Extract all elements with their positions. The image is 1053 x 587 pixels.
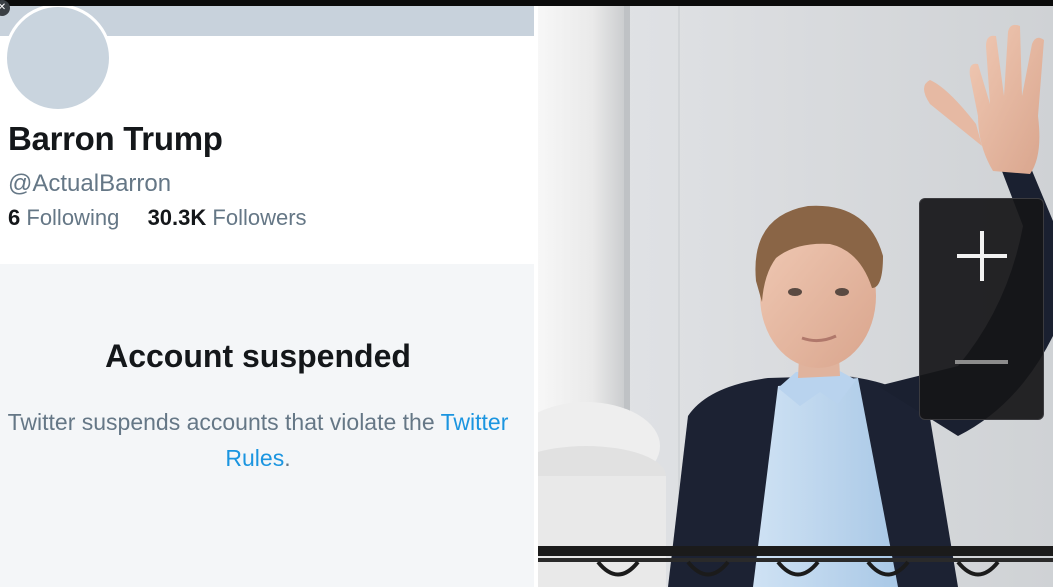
zoom-out-button[interactable]: [920, 309, 1043, 419]
suspension-body-text: Twitter suspends accounts that violate t…: [7, 409, 441, 435]
avatar[interactable]: [4, 6, 112, 112]
followers-count: 30.3K: [147, 205, 207, 230]
page: Barron Trump @ActualBarron 6 Following 3…: [0, 0, 1053, 587]
suspension-notice: Account suspended Twitter suspends accou…: [0, 264, 534, 587]
suspension-body: Twitter suspends accounts that violate t…: [0, 404, 516, 476]
suspension-title: Account suspended: [105, 338, 411, 374]
handle: @ActualBarron: [8, 170, 172, 197]
following-count: 6: [8, 205, 21, 230]
suspension-body-period: .: [284, 445, 291, 471]
following-link[interactable]: 6 Following: [8, 205, 125, 230]
zoom-in-button[interactable]: [920, 199, 1043, 309]
profile-stats: 6 Following 30.3K Followers: [8, 205, 307, 231]
profile-panel: Barron Trump @ActualBarron 6 Following 3…: [0, 6, 534, 587]
followers-label: Followers: [212, 205, 307, 230]
display-name: Barron Trump: [8, 120, 223, 157]
zoom-control: [919, 198, 1044, 420]
followers-link[interactable]: 30.3K Followers: [141, 205, 307, 230]
following-label: Following: [26, 205, 120, 230]
